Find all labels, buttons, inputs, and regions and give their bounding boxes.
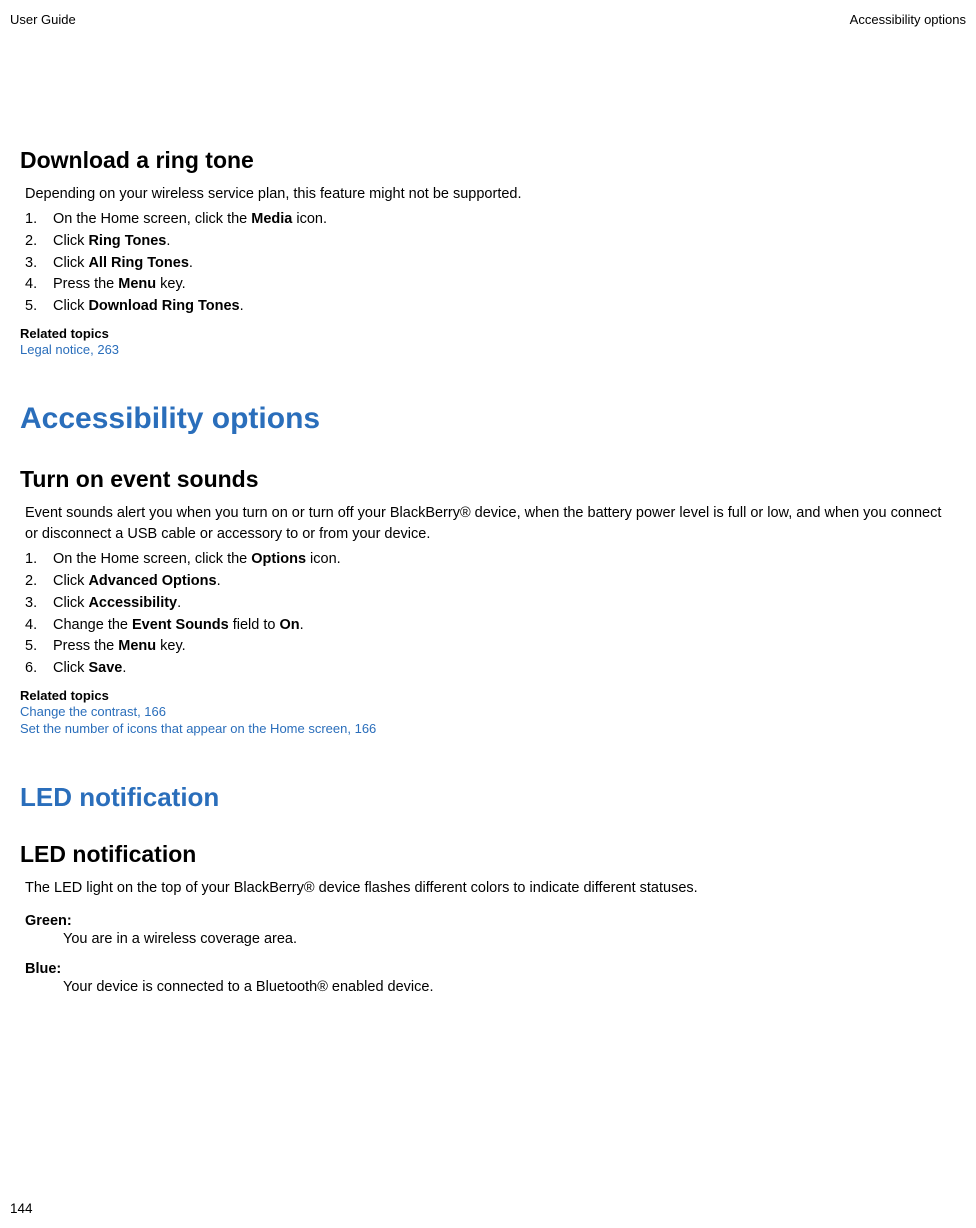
related-heading: Related topics: [20, 688, 956, 703]
related-link[interactable]: Change the contrast, 166: [20, 703, 956, 721]
step: Click Save.: [25, 658, 956, 680]
section3-major: LED notification: [20, 782, 956, 813]
section2-related: Related topics Change the contrast, 166 …: [20, 688, 956, 738]
related-link[interactable]: Legal notice, 263: [20, 341, 956, 359]
term: Green:: [25, 913, 956, 929]
related-link[interactable]: Set the number of icons that appear on t…: [20, 720, 956, 738]
related-heading: Related topics: [20, 326, 956, 341]
section1-related: Related topics Legal notice, 263: [20, 326, 956, 359]
step: On the Home screen, click the Media icon…: [25, 209, 956, 231]
step: Click All Ring Tones.: [25, 253, 956, 275]
section2-steps: On the Home screen, click the Options ic…: [20, 549, 956, 680]
section1-title: Download a ring tone: [20, 147, 956, 174]
section3-title: LED notification: [20, 841, 956, 868]
definition: Your device is connected to a Bluetooth®…: [25, 979, 956, 995]
header-left: User Guide: [10, 12, 76, 27]
step: Click Advanced Options.: [25, 571, 956, 593]
step: On the Home screen, click the Options ic…: [25, 549, 956, 571]
step: Change the Event Sounds field to On.: [25, 615, 956, 637]
definition: You are in a wireless coverage area.: [25, 931, 956, 947]
header-right: Accessibility options: [850, 12, 966, 27]
section1-steps: On the Home screen, click the Media icon…: [20, 209, 956, 318]
step: Press the Menu key.: [25, 636, 956, 658]
page-number: 144: [10, 1201, 33, 1216]
step: Press the Menu key.: [25, 274, 956, 296]
step: Click Accessibility.: [25, 593, 956, 615]
definition-list: Green: You are in a wireless coverage ar…: [20, 913, 956, 995]
section1-intro: Depending on your wireless service plan,…: [20, 184, 956, 205]
term: Blue:: [25, 961, 956, 977]
section3-intro: The LED light on the top of your BlackBe…: [20, 878, 956, 899]
step: Click Download Ring Tones.: [25, 296, 956, 318]
section2-title: Turn on event sounds: [20, 466, 956, 493]
section2-major: Accessibility options: [20, 402, 956, 436]
step: Click Ring Tones.: [25, 231, 956, 253]
section2-intro: Event sounds alert you when you turn on …: [20, 503, 956, 545]
